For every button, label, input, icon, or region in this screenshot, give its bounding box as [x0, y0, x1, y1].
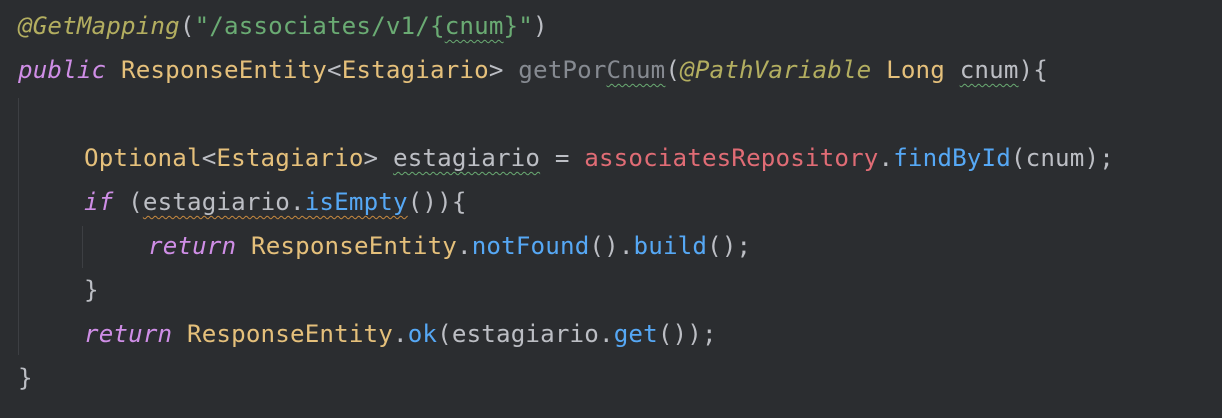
generic-lt: <	[326, 56, 342, 84]
generic-lt: <	[201, 144, 217, 172]
method-ok: ok	[407, 320, 438, 348]
method-name-getpor: getPor	[518, 56, 607, 84]
paren-close: )	[532, 12, 548, 40]
string-path-b: "	[518, 12, 533, 40]
assign-op: =	[540, 144, 585, 172]
type-optional: Optional	[84, 144, 202, 172]
brace-close: }	[18, 364, 33, 392]
paren-brace-close: ()){	[407, 188, 467, 216]
dot: .	[456, 232, 472, 260]
call-end: ();	[707, 232, 752, 260]
args-estagiario: (estagiario.	[437, 320, 614, 348]
call-end: ());	[657, 320, 717, 348]
code-line-4[interactable]: Optional<Estagiario> estagiario = associ…	[84, 136, 1114, 180]
generic-gt: >	[488, 56, 504, 84]
method-notfound: notFound	[471, 232, 590, 260]
generic-gt: >	[363, 144, 379, 172]
code-line-7[interactable]: }	[84, 268, 99, 312]
var-estagiario: estagiario	[142, 188, 290, 216]
string-path-a: "/associates/v1/	[194, 12, 430, 40]
method-isempty: isEmpty	[304, 188, 408, 216]
code-line-6[interactable]: return ResponseEntity.notFound().build()…	[148, 224, 751, 268]
param-cnum: cnum	[959, 56, 1019, 84]
dot: .	[290, 188, 305, 216]
keyword-if: if	[84, 188, 114, 216]
brace-open: {	[429, 12, 445, 40]
brace-close: }	[503, 12, 519, 40]
type-long: Long	[886, 56, 945, 84]
indent-guide	[18, 98, 19, 355]
method-build: build	[633, 232, 708, 260]
brace-close: }	[84, 276, 99, 304]
type-responseentity: ResponseEntity	[121, 56, 327, 84]
call-dot: ().	[589, 232, 634, 260]
paren-brace-close: ){	[1018, 56, 1048, 84]
field-associatesrepository: associatesRepository	[584, 144, 879, 172]
code-line-2[interactable]: public ResponseEntity<Estagiario> getPor…	[18, 48, 1048, 92]
type-estagiario: Estagiario	[341, 56, 489, 84]
code-line-8[interactable]: return ResponseEntity.ok(estagiario.get(…	[84, 312, 717, 356]
code-line-1[interactable]: @GetMapping("/associates/v1/{cnum}")	[18, 4, 548, 48]
dot: .	[392, 320, 408, 348]
annotation-getmapping: @GetMapping	[18, 12, 180, 40]
path-variable-cnum: cnum	[444, 12, 504, 40]
method-get: get	[613, 320, 658, 348]
type-responseentity: ResponseEntity	[251, 232, 457, 260]
var-estagiario: estagiario	[392, 144, 541, 172]
code-line-5[interactable]: if (estagiario.isEmpty()){	[84, 180, 467, 224]
type-responseentity: ResponseEntity	[187, 320, 393, 348]
paren-open: (	[665, 56, 681, 84]
keyword-return: return	[148, 232, 237, 260]
code-editor[interactable]: @GetMapping("/associates/v1/{cnum}") pub…	[0, 0, 1222, 418]
method-name-cnum: Cnum	[606, 56, 666, 84]
type-estagiario: Estagiario	[216, 144, 364, 172]
paren-open: (	[179, 12, 195, 40]
args-cnum: (cnum);	[1010, 144, 1114, 172]
code-line-9[interactable]: }	[18, 356, 33, 400]
annotation-pathvariable: @PathVariable	[680, 56, 872, 84]
method-findbyid: findById	[893, 144, 1011, 172]
keyword-public: public	[18, 56, 107, 84]
keyword-return: return	[84, 320, 173, 348]
paren-open: (	[113, 188, 143, 216]
indent-guide-inner	[82, 226, 83, 268]
dot: .	[878, 144, 894, 172]
